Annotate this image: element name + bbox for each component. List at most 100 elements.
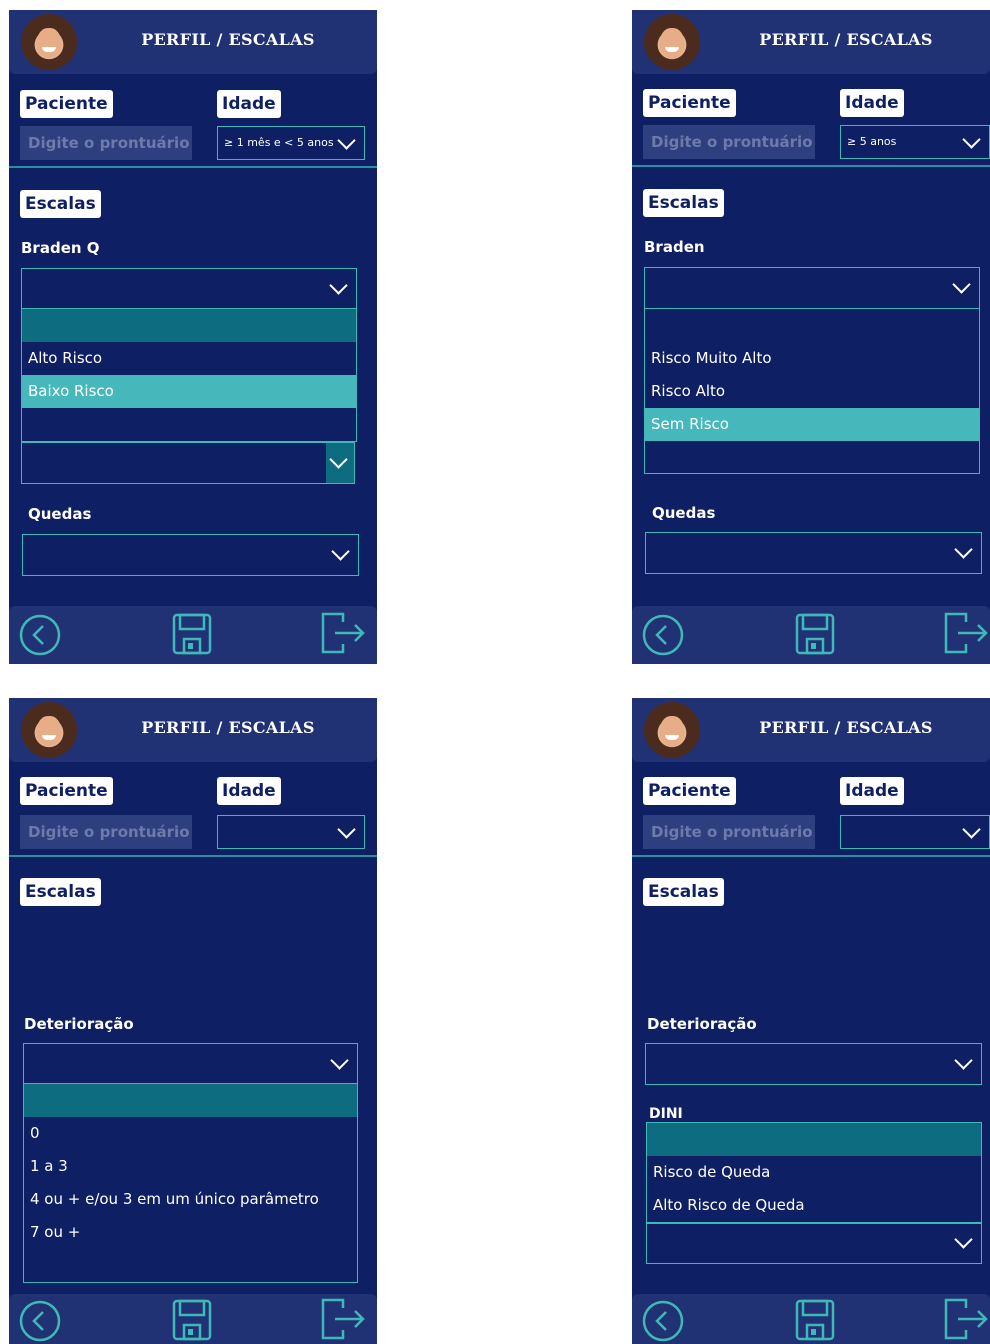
avatar[interactable] [644, 702, 700, 758]
escalas-label: Escalas [20, 878, 101, 906]
chevron-down-icon [329, 450, 348, 469]
list-item[interactable]: Risco Alto [645, 375, 979, 408]
dini-label: DINI [649, 1106, 683, 1122]
avatar[interactable] [644, 14, 700, 70]
divider [9, 855, 377, 857]
quedas-select[interactable] [645, 532, 982, 574]
quedas-label: Quedas [652, 504, 716, 522]
save-floppy-icon[interactable] [795, 613, 835, 655]
list-item[interactable] [645, 441, 979, 474]
list-item[interactable]: 1 a 3 [24, 1150, 357, 1183]
scale-label: Deterioração [24, 1015, 134, 1033]
scale-label: Deterioração [647, 1015, 757, 1033]
list-item[interactable]: Risco Muito Alto [645, 342, 979, 375]
idade-label: Idade [217, 90, 281, 118]
avatar[interactable] [21, 702, 77, 758]
braden-select[interactable] [644, 267, 980, 309]
prontuario-input[interactable]: Digite o prontuário [20, 126, 192, 160]
idade-label: Idade [840, 777, 904, 805]
chevron-down-icon [962, 820, 981, 839]
hidden-select[interactable] [21, 442, 355, 484]
list-item[interactable]: Risco de Queda [647, 1156, 981, 1189]
chevron-down-icon [952, 275, 971, 294]
paciente-label: Paciente [643, 777, 736, 805]
divider [9, 166, 377, 168]
divider [632, 165, 990, 167]
page-title: PERFIL / ESCALAS [141, 30, 315, 49]
save-floppy-icon[interactable] [172, 1299, 212, 1341]
exit-arrow-icon[interactable] [321, 612, 367, 654]
dini-select[interactable] [646, 1222, 982, 1264]
idade-select[interactable] [217, 815, 365, 849]
back-circle-icon[interactable] [641, 613, 685, 657]
footer-toolbar [632, 606, 990, 664]
paciente-label: Paciente [643, 89, 736, 117]
back-circle-icon[interactable] [18, 1299, 62, 1343]
footer-toolbar [9, 606, 377, 664]
idade-select[interactable]: ≥ 5 anos [840, 125, 990, 159]
page-title: PERFIL / ESCALAS [759, 718, 933, 737]
braden-options: Risco Muito Alto Risco Alto Sem Risco [644, 308, 980, 474]
chevron-down-icon [954, 1051, 973, 1070]
chevron-down-icon [962, 130, 981, 149]
paciente-label: Paciente [20, 90, 113, 118]
list-item[interactable]: Alto Risco [22, 342, 356, 375]
list-item[interactable]: 7 ou + [24, 1216, 357, 1249]
chevron-down-icon [954, 1230, 973, 1249]
footer-toolbar [9, 1294, 377, 1344]
list-item[interactable]: 4 ou + e/ou 3 em um único parâmetro [24, 1183, 357, 1216]
idade-label: Idade [217, 777, 281, 805]
chevron-down-icon [954, 540, 973, 559]
quedas-label: Quedas [28, 505, 92, 523]
braden-q-select[interactable] [21, 268, 357, 310]
back-circle-icon[interactable] [18, 613, 62, 657]
avatar[interactable] [21, 14, 77, 70]
app-header: PERFIL / ESCALAS [9, 10, 377, 74]
screen-braden: PERFIL / ESCALAS Paciente Idade Digite o… [632, 10, 990, 664]
list-item-selected[interactable]: Sem Risco [645, 408, 979, 441]
chevron-down-icon [329, 276, 348, 295]
list-item[interactable] [22, 408, 356, 441]
exit-arrow-icon[interactable] [944, 612, 990, 654]
app-header: PERFIL / ESCALAS [632, 10, 990, 74]
list-item[interactable]: 0 [24, 1117, 357, 1150]
idade-select-value: ≥ 5 anos [847, 135, 897, 148]
prontuario-input[interactable]: Digite o prontuário [643, 125, 815, 159]
list-item-selected[interactable]: Baixo Risco [22, 375, 356, 408]
deterioracao-select[interactable] [645, 1043, 982, 1085]
chevron-down-icon [330, 1051, 349, 1070]
chevron-down-icon [337, 131, 356, 150]
divider [632, 855, 990, 857]
deterioracao-options: 0 1 a 3 4 ou + e/ou 3 em um único parâme… [23, 1083, 358, 1283]
prontuario-input[interactable]: Digite o prontuário [643, 815, 815, 849]
idade-select[interactable]: ≥ 1 mês e < 5 anos [217, 126, 365, 160]
deterioracao-select[interactable] [23, 1043, 358, 1085]
braden-q-options: Alto Risco Baixo Risco [21, 308, 357, 442]
escalas-label: Escalas [643, 878, 724, 906]
dini-options: Risco de Queda Alto Risco de Queda [646, 1122, 982, 1224]
app-header: PERFIL / ESCALAS [632, 698, 990, 762]
idade-select-value: ≥ 1 mês e < 5 anos [224, 136, 334, 149]
list-item[interactable] [645, 309, 979, 342]
list-item[interactable] [24, 1084, 357, 1117]
idade-select[interactable] [840, 815, 990, 849]
exit-arrow-icon[interactable] [944, 1298, 990, 1340]
paciente-label: Paciente [20, 777, 113, 805]
quedas-select[interactable] [22, 534, 359, 576]
save-floppy-icon[interactable] [795, 1299, 835, 1341]
screen-dini: PERFIL / ESCALAS Paciente Idade Digite o… [632, 698, 990, 1344]
idade-label: Idade [840, 89, 904, 117]
page-title: PERFIL / ESCALAS [759, 30, 933, 49]
back-circle-icon[interactable] [641, 1299, 685, 1343]
prontuario-input[interactable]: Digite o prontuário [20, 815, 192, 849]
page-title: PERFIL / ESCALAS [141, 718, 315, 737]
list-item[interactable]: Alto Risco de Queda [647, 1189, 981, 1222]
save-floppy-icon[interactable] [172, 613, 212, 655]
exit-arrow-icon[interactable] [321, 1298, 367, 1340]
scale-label: Braden Q [21, 239, 100, 257]
scale-label: Braden [644, 238, 705, 256]
escalas-label: Escalas [20, 190, 101, 218]
chevron-down-icon [337, 820, 356, 839]
list-item[interactable] [647, 1123, 981, 1156]
list-item[interactable] [22, 309, 356, 342]
